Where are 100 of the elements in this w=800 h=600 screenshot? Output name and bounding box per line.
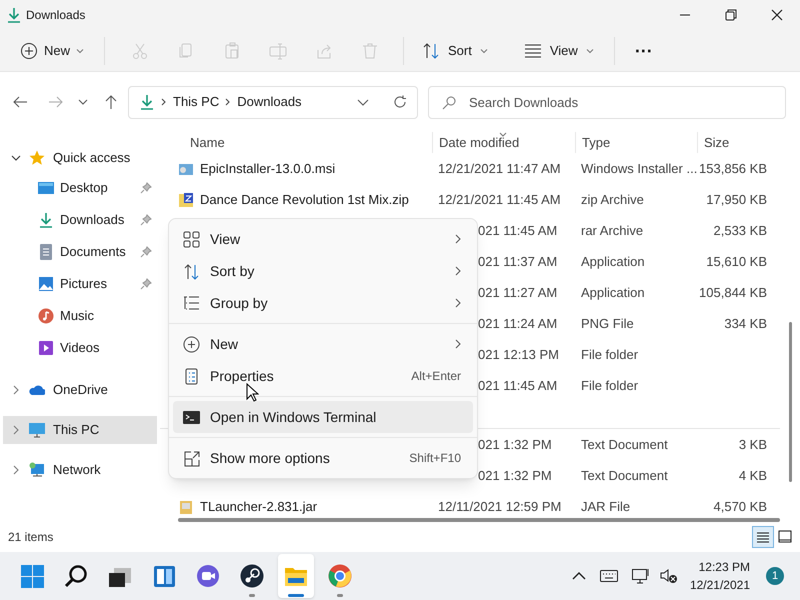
nav-item[interactable]: Documents xyxy=(0,236,160,268)
plus-circle-icon xyxy=(20,42,38,60)
clock-date[interactable]: 12/21/2021 xyxy=(690,576,750,594)
menu-item[interactable]: Open in Windows Terminal xyxy=(173,401,473,433)
type-cell-text: PNG File xyxy=(580,314,635,333)
menu-item[interactable]: Sort by xyxy=(173,255,473,287)
nav-item[interactable]: Music xyxy=(0,300,160,332)
column-header[interactable]: Size xyxy=(697,132,775,153)
column-header[interactable]: Type xyxy=(575,132,697,153)
chevron-right-icon xyxy=(455,266,461,276)
caret-icon xyxy=(76,48,84,54)
type-cell-text: Text Document xyxy=(580,436,669,454)
chevron-right-icon xyxy=(225,98,232,106)
speaker-muted-icon[interactable] xyxy=(660,568,678,584)
close-icon[interactable] xyxy=(771,9,783,21)
nav-item[interactable]: This PC xyxy=(3,416,157,444)
notification-badge[interactable]: 1 xyxy=(766,567,784,585)
menu-item[interactable]: Show more options Shift+F10 xyxy=(173,442,473,474)
chevron-down-icon[interactable] xyxy=(78,99,88,105)
size-cell-text: 4 KB xyxy=(738,466,768,485)
file-name[interactable]: TLauncher-2.831.jar xyxy=(200,496,318,516)
menu-item[interactable]: Group by xyxy=(173,287,473,319)
sort-arrows-icon xyxy=(422,42,440,60)
size-cell-text: 17,950 KB xyxy=(705,190,768,209)
view-button[interactable]: View xyxy=(516,34,602,66)
size-cell-text: 334 KB xyxy=(723,314,768,333)
list-icon xyxy=(183,294,200,312)
breadcrumb[interactable]: Downloads xyxy=(237,92,302,112)
up-arrow-icon[interactable] xyxy=(104,94,118,110)
network-computer-icon xyxy=(29,462,45,478)
address-bar[interactable]: This PC Downloads xyxy=(128,86,418,118)
search-field[interactable]: Search Downloads xyxy=(428,86,786,118)
caret-icon xyxy=(586,48,594,54)
chevron-right-icon xyxy=(161,98,167,106)
nav-label: Network xyxy=(53,461,101,480)
chevron-right-icon xyxy=(455,234,461,244)
view-toggle[interactable] xyxy=(752,526,774,548)
horizontal-scrollbar[interactable] xyxy=(178,518,780,522)
nav-item[interactable]: OneDrive xyxy=(3,376,157,404)
menu-label: View xyxy=(210,230,242,248)
date-cell-text: 021 11:45 AM xyxy=(478,376,558,395)
nav-item[interactable]: Downloads xyxy=(0,204,160,236)
keyboard-icon[interactable] xyxy=(600,570,618,582)
breadcrumb[interactable]: This PC xyxy=(173,92,220,112)
nav-item[interactable]: Pictures xyxy=(0,268,160,300)
plus-circle-icon xyxy=(183,336,200,352)
date-cell-text: 12/21/2021 11:45 AM xyxy=(437,190,562,209)
trash-icon xyxy=(361,42,380,60)
chevron-right-icon[interactable] xyxy=(13,425,19,435)
menu-item[interactable]: New xyxy=(173,328,473,360)
clock-time[interactable]: 12:23 PM xyxy=(698,558,750,576)
chevron-down-icon[interactable] xyxy=(357,98,369,106)
lines-icon xyxy=(524,44,542,58)
type-cell-text: Application xyxy=(580,252,646,271)
chevron-right-icon[interactable] xyxy=(13,385,19,395)
chevron-right-icon xyxy=(455,339,461,349)
date-cell-text: 021 11:45 AM xyxy=(478,222,558,240)
vertical-scrollbar[interactable] xyxy=(789,322,792,482)
nav-label: Documents xyxy=(60,243,127,262)
refresh-icon[interactable] xyxy=(393,95,407,109)
windows-logo-icon xyxy=(20,564,44,588)
music-note-icon xyxy=(38,308,54,324)
nav-label: Music xyxy=(60,307,95,326)
column-header[interactable]: Date modified xyxy=(432,132,575,153)
nav-item[interactable]: Desktop xyxy=(0,172,160,204)
clipboard-icon xyxy=(223,42,242,60)
zip-icon xyxy=(178,192,194,208)
more-button[interactable]: ··· xyxy=(626,34,661,66)
nav-label: Downloads xyxy=(60,211,126,230)
type-cell-text: zip Archive xyxy=(580,190,645,209)
size-cell-text: 2,533 KB xyxy=(712,222,768,240)
menu-item[interactable]: Properties Alt+Enter xyxy=(173,360,473,392)
nav-item[interactable]: Videos xyxy=(0,332,160,364)
menu-label: Group by xyxy=(210,294,269,313)
type-cell-text: rar Archive xyxy=(580,222,644,240)
file-name[interactable]: Dance Dance Revolution 1st Mix.zip xyxy=(200,190,409,210)
date-cell-text: 021 1:32 PM xyxy=(478,436,553,454)
chevron-down-icon[interactable] xyxy=(11,155,21,161)
size-cell-text: 4,570 KB xyxy=(712,498,768,516)
scissors-icon xyxy=(131,42,150,60)
maximize-icon[interactable] xyxy=(725,9,737,21)
sort-button[interactable]: Sort xyxy=(414,34,496,66)
search-icon xyxy=(442,96,456,110)
star-icon xyxy=(29,150,45,166)
column-header[interactable]: Name xyxy=(160,132,432,153)
network-icon[interactable] xyxy=(632,568,650,584)
video-chat-icon xyxy=(196,564,220,588)
date-cell-text: 021 1:32 PM xyxy=(478,466,553,485)
date-cell-text: 12/21/2021 11:47 AM xyxy=(437,160,562,178)
menu-item[interactable]: View xyxy=(173,223,473,255)
chevron-right-icon[interactable] xyxy=(13,465,19,475)
back-arrow-icon[interactable] xyxy=(12,95,28,109)
item-count: 21 items xyxy=(8,529,54,546)
shortcut-text: Alt+Enter xyxy=(411,368,461,385)
chevron-up-icon[interactable] xyxy=(572,572,586,580)
new-button[interactable]: New xyxy=(12,34,92,66)
file-name[interactable]: EpicInstaller-13.0.0.msi xyxy=(200,158,336,178)
picture-icon xyxy=(38,276,54,292)
nav-item[interactable]: Quick access xyxy=(3,144,157,172)
nav-item[interactable]: Network xyxy=(3,456,157,484)
